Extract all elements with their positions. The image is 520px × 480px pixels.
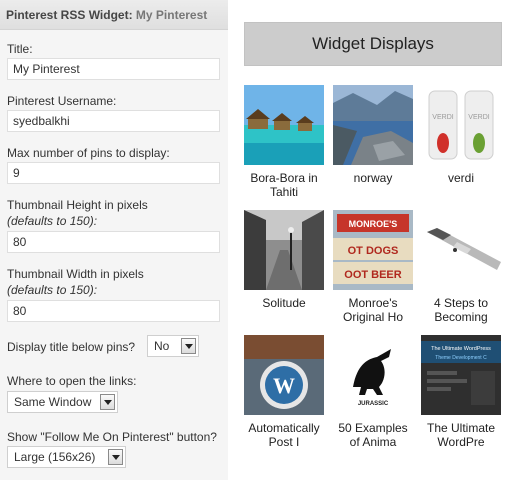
svg-text:JURASSIC: JURASSIC (358, 401, 389, 407)
pin-thumbnail-monroes[interactable]: MONROE'S OT DOGS OOT BEER (333, 210, 413, 290)
svg-text:Theme Development C: Theme Development C (435, 355, 487, 361)
svg-text:OOT BEER: OOT BEER (344, 269, 402, 281)
widget-panel-subtitle: My Pinterest (135, 8, 208, 22)
follow-button-label: Show "Follow Me On Pinterest" button? (7, 430, 217, 444)
svg-text:MONROE'S: MONROE'S (349, 219, 398, 229)
pin-item[interactable]: W Automatically Post I (241, 335, 327, 449)
username-label: Pinterest Username: (7, 94, 117, 108)
chevron-down-icon[interactable] (108, 449, 123, 465)
display-title-label: Display title below pins? (7, 340, 136, 354)
pin-item[interactable]: The Ultimate WordPress Theme Development… (418, 335, 504, 449)
chevron-down-icon[interactable] (100, 394, 115, 410)
pin-title[interactable]: Automatically Post I (241, 421, 327, 449)
widget-displays-header: Widget Displays (244, 22, 502, 66)
pin-title[interactable]: Bora-Bora in Tahiti (241, 171, 327, 199)
open-links-value: Same Window (14, 395, 92, 409)
display-title-value: No (154, 339, 170, 353)
pin-item[interactable]: MONROE'S OT DOGS OOT BEER Monroe's Origin… (330, 210, 416, 324)
username-input[interactable]: syedbalkhi (7, 110, 220, 132)
follow-button-value: Large (156x26) (14, 450, 96, 464)
thumb-width-label: Thumbnail Width in pixels (7, 267, 144, 281)
max-pins-label: Max number of pins to display: (7, 146, 170, 160)
pin-thumbnail-bora-bora[interactable] (244, 85, 324, 165)
widget-panel-title: Pinterest RSS Widget: (6, 8, 133, 22)
pin-item[interactable]: JURASSIC 50 Examples of Anima (330, 335, 416, 449)
pin-thumbnail-pen[interactable] (421, 210, 501, 290)
pin-title[interactable]: Solitude (241, 296, 327, 310)
pin-title[interactable]: Monroe's Original Ho (330, 296, 416, 324)
open-links-label: Where to open the links: (7, 374, 137, 388)
pin-item[interactable]: VERDI VERDI verdi (418, 85, 504, 185)
title-input[interactable]: My Pinterest (7, 58, 220, 80)
follow-button-select[interactable]: Large (156x26) (7, 446, 126, 468)
widget-panel-header[interactable]: Pinterest RSS Widget: My Pinterest (0, 0, 228, 30)
pin-item[interactable]: 4 Steps to Becoming (418, 210, 504, 324)
pin-title[interactable]: The Ultimate WordPre (418, 421, 504, 449)
max-pins-input[interactable]: 9 (7, 162, 220, 184)
pin-title[interactable]: norway (330, 171, 416, 185)
pin-title[interactable]: 4 Steps to Becoming (418, 296, 504, 324)
title-label: Title: (7, 42, 33, 56)
pin-thumbnail-ultimate-wordpress[interactable]: The Ultimate WordPress Theme Development… (421, 335, 501, 415)
open-links-select[interactable]: Same Window (7, 391, 118, 413)
pin-title[interactable]: 50 Examples of Anima (330, 421, 416, 449)
pin-item[interactable]: Bora-Bora in Tahiti (241, 85, 327, 199)
pin-item[interactable]: norway (330, 85, 416, 185)
thumb-height-input[interactable]: 80 (7, 231, 220, 253)
thumb-height-label: Thumbnail Height in pixels (7, 198, 148, 212)
pin-thumbnail-jurassic[interactable]: JURASSIC (333, 335, 413, 415)
thumb-width-input[interactable]: 80 (7, 300, 220, 322)
pin-title[interactable]: verdi (418, 171, 504, 185)
pin-thumbnail-verdi[interactable]: VERDI VERDI (421, 85, 501, 165)
pin-item[interactable]: Solitude (241, 210, 327, 310)
svg-text:VERDI: VERDI (468, 114, 489, 121)
pin-thumbnail-wordpress[interactable]: W (244, 335, 324, 415)
chevron-down-icon[interactable] (181, 338, 196, 354)
svg-text:The Ultimate WordPress: The Ultimate WordPress (431, 346, 491, 352)
svg-text:OT DOGS: OT DOGS (348, 245, 399, 257)
thumb-height-hint: (defaults to 150): (7, 214, 98, 228)
widget-settings-panel: Pinterest RSS Widget: My Pinterest Title… (0, 0, 228, 480)
display-title-select[interactable]: No (147, 335, 199, 357)
svg-text:VERDI: VERDI (432, 114, 453, 121)
thumb-width-hint: (defaults to 150): (7, 283, 98, 297)
pin-thumbnail-solitude[interactable] (244, 210, 324, 290)
pin-thumbnail-norway[interactable] (333, 85, 413, 165)
svg-text:W: W (273, 373, 295, 398)
